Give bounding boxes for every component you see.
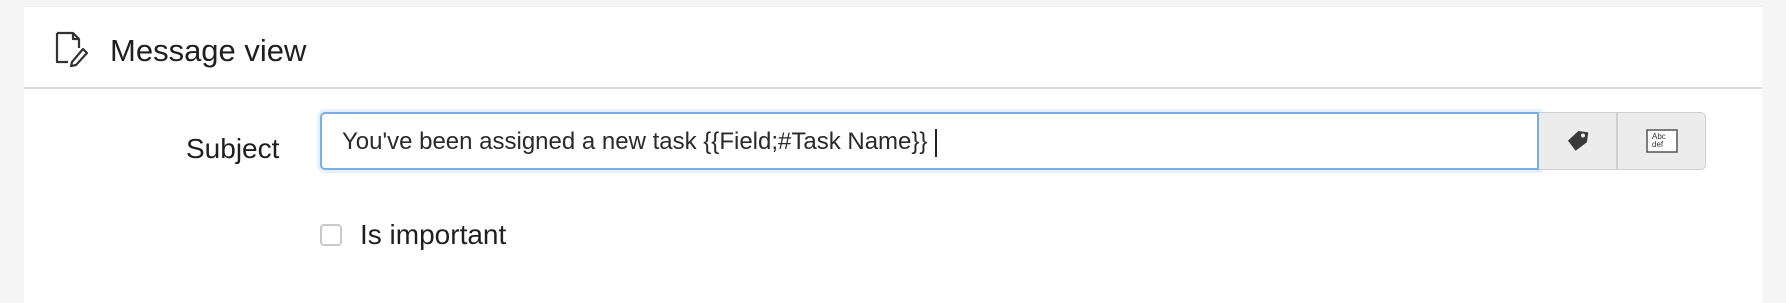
is-important-checkbox[interactable] <box>320 224 342 246</box>
edit-document-icon <box>54 31 90 71</box>
subject-input[interactable]: You've been assigned a new task {{Field;… <box>320 112 1539 170</box>
is-important-label[interactable]: Is important <box>360 217 506 253</box>
subject-label: Subject <box>186 133 280 164</box>
section-title: Message view <box>110 33 307 68</box>
section-header: Message view <box>24 7 1762 89</box>
tag-icon <box>1567 130 1588 151</box>
text-caret <box>935 128 938 157</box>
subject-input-value[interactable]: You've been assigned a new task {{Field;… <box>342 128 938 157</box>
abc-bottom-text: def <box>1652 140 1664 149</box>
insert-field-tag-button[interactable] <box>1539 112 1617 170</box>
spellcheck-button[interactable]: Abc def <box>1617 112 1706 170</box>
abc-def-icon: Abc def <box>1645 129 1678 153</box>
